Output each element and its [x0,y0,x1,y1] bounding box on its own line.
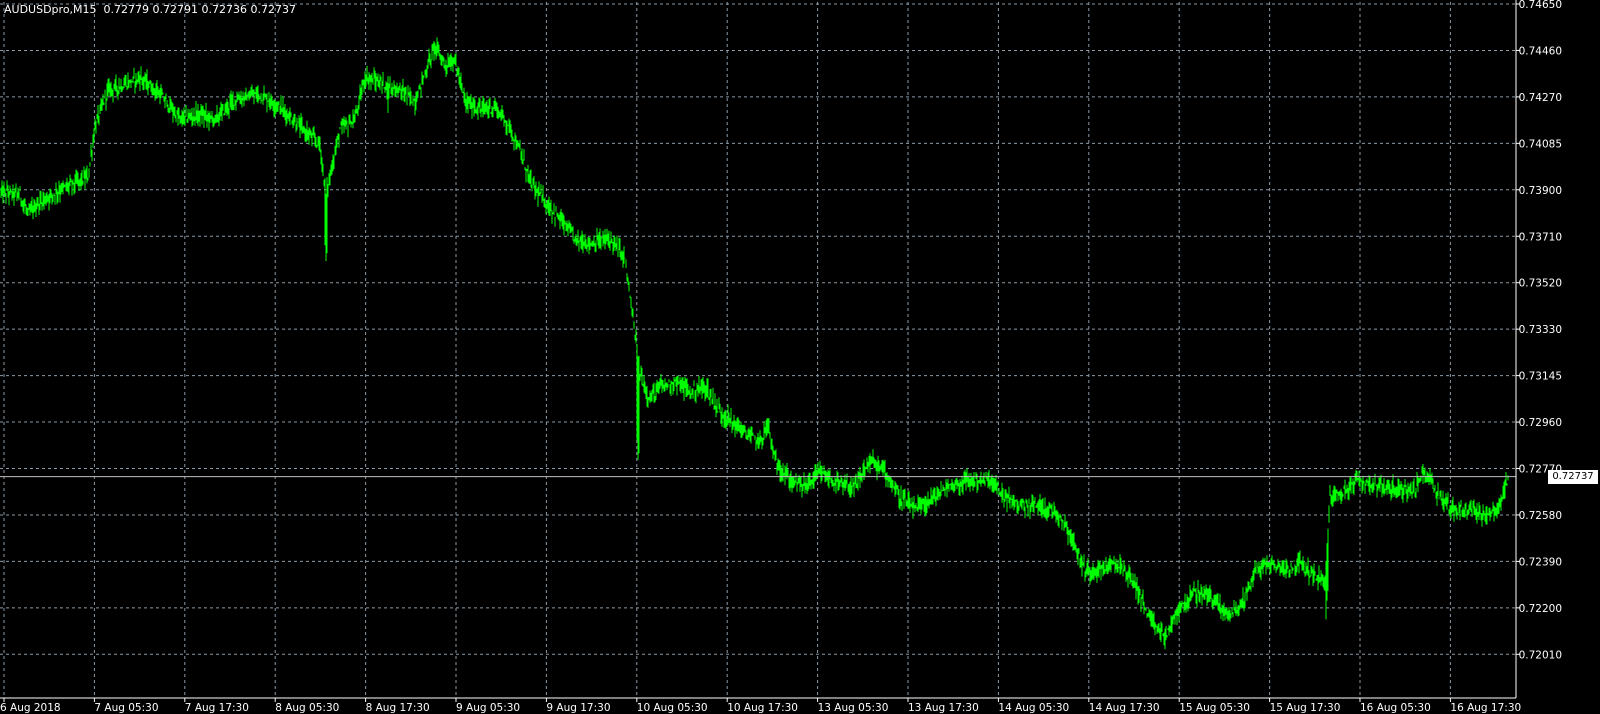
price-axis-label: 0.72390 [1519,556,1562,568]
price-axis-label: 0.73900 [1519,185,1562,197]
price-axis-label: 0.73330 [1519,324,1562,336]
time-axis: 6 Aug 2018 7 Aug 05:30 7 Aug 17:30 8 Aug 05… [0,698,1521,714]
time-axis-label: 16 Aug 17:30 [1450,702,1521,714]
price-bars [0,37,1509,650]
price-axis-label: 0.72200 [1519,603,1562,615]
time-axis-label: 10 Aug 17:30 [727,702,798,714]
time-axis-label: 8 Aug 17:30 [366,702,430,714]
time-axis-label: 13 Aug 05:30 [818,702,889,714]
price-axis: 0.74650 0.74460 0.74270 0.74085 0.73900 0.737… [1516,0,1562,661]
time-axis-label: 9 Aug 05:30 [456,702,520,714]
ohlc-readout: 0.72779 0.72791 0.72736 0.72737 [103,3,296,16]
price-axis-label: 0.74270 [1519,92,1562,104]
price-axis-label: 0.72960 [1519,417,1562,429]
time-axis-label: 16 Aug 05:30 [1360,702,1431,714]
time-axis-label: 13 Aug 17:30 [908,702,979,714]
price-chart[interactable]: 0.74650 0.74460 0.74270 0.74085 0.73900 0.737… [0,0,1600,714]
symbol-label: AUDUSDpro,M15 [4,3,97,16]
time-axis-label: 14 Aug 05:30 [998,702,1069,714]
price-axis-label: 0.74085 [1519,138,1562,150]
time-axis-label: 6 Aug 2018 [0,702,61,714]
symbol-info: AUDUSDpro,M15 0.72779 0.72791 0.72736 0.… [4,3,296,16]
time-axis-label: 8 Aug 05:30 [275,702,339,714]
price-axis-label: 0.74650 [1519,0,1562,11]
chart-window[interactable]: 0.74650 0.74460 0.74270 0.74085 0.73900 0.737… [0,0,1600,714]
current-price-badge: 0.72737 [1548,469,1598,484]
time-axis-label: 7 Aug 05:30 [94,702,158,714]
price-axis-label: 0.72010 [1519,649,1562,661]
time-axis-label: 14 Aug 17:30 [1089,702,1160,714]
time-axis-label: 15 Aug 05:30 [1179,702,1250,714]
time-axis-label: 7 Aug 17:30 [185,702,249,714]
price-axis-label: 0.73145 [1519,371,1562,383]
time-axis-label: 15 Aug 17:30 [1270,702,1341,714]
price-axis-label: 0.72580 [1519,510,1562,522]
time-axis-label: 10 Aug 05:30 [637,702,708,714]
price-axis-label: 0.73710 [1519,231,1562,243]
price-axis-label: 0.74460 [1519,45,1562,57]
time-axis-label: 9 Aug 17:30 [546,702,610,714]
price-axis-label: 0.73520 [1519,278,1562,290]
